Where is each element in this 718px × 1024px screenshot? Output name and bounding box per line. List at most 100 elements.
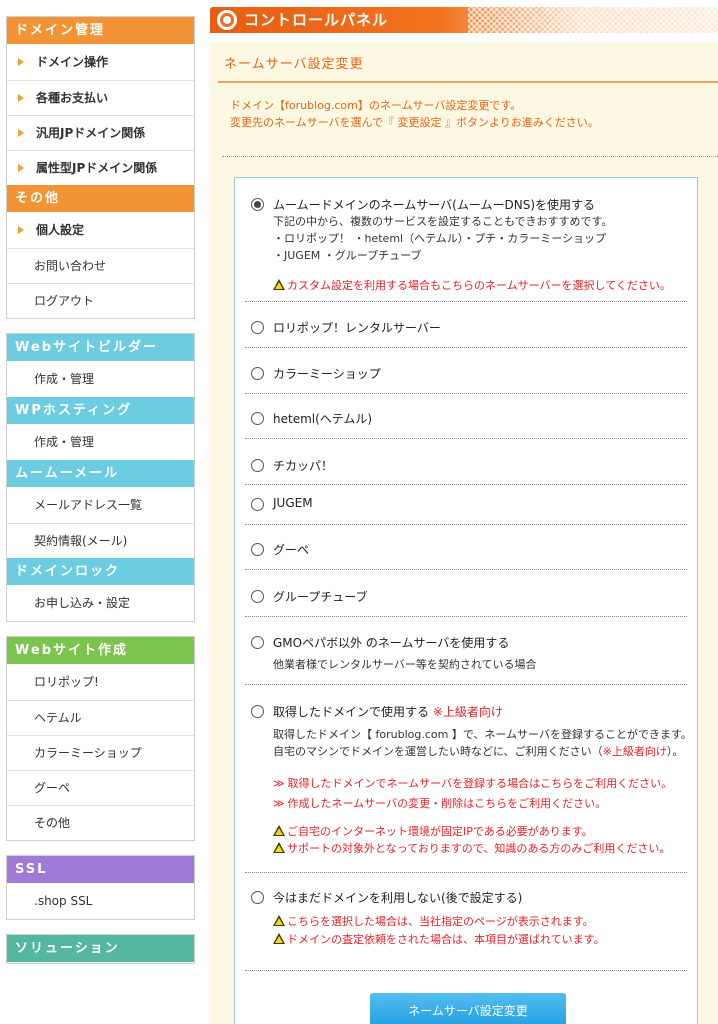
warning-note: サポートの対象外となっておりますので、知識のある方のみご利用ください。 xyxy=(273,840,670,856)
sidebar-group-services: Webサイトビルダー 作成・管理 WPホスティング 作成・管理 ムームーメール … xyxy=(6,333,195,622)
change-nameserver-button[interactable]: ネームサーバ設定変更 xyxy=(370,993,566,1024)
header-title: コントロールパネル xyxy=(244,11,389,29)
radio-later[interactable] xyxy=(251,891,264,904)
gear-icon xyxy=(217,10,237,30)
divider xyxy=(245,438,687,439)
divider xyxy=(245,616,687,617)
sidebar-item-payments[interactable]: 各種お支払い xyxy=(7,80,194,115)
sidebar-item-heteml[interactable]: ヘテムル xyxy=(7,700,194,735)
sidebar-item-wp-manage[interactable]: 作成・管理 xyxy=(7,425,194,460)
sidebar-item-personal[interactable]: 個人設定 xyxy=(7,213,194,248)
sidebar-group-domain: ドメイン管理 ドメイン操作 各種お支払い 汎用JPドメイン関係 属性型JPドメイ… xyxy=(6,16,195,319)
sidebar-heading-lock: ドメインロック xyxy=(7,558,194,586)
option-label: グーペ xyxy=(273,543,310,557)
divider xyxy=(245,301,687,302)
divider xyxy=(245,484,687,485)
warning-icon xyxy=(273,842,285,853)
sidebar-item-contact[interactable]: お問い合わせ xyxy=(7,248,194,283)
description-text: ）。 xyxy=(666,745,684,758)
sidebar-heading-wp: WPホスティング xyxy=(7,397,194,425)
advanced-note: ※上級者向け xyxy=(602,745,667,758)
sidebar-item-website-other[interactable]: その他 xyxy=(7,805,194,840)
sidebar-item-colorme[interactable]: カラーミーショップ xyxy=(7,735,194,770)
option-description: ・ロリポップ！ ・heteml（ヘテムル）・プチ・カラーミーショップ xyxy=(273,232,607,245)
sidebar-item-shop-ssl[interactable]: .shop SSL xyxy=(7,884,194,919)
edit-nameserver-link[interactable]: ≫ 作成したネームサーバの変更・削除はこちらをご利用ください。 xyxy=(273,795,606,811)
sidebar-heading-domain: ドメイン管理 xyxy=(7,17,194,45)
divider xyxy=(245,684,687,685)
sidebar-item-sitebuilder-manage[interactable]: 作成・管理 xyxy=(7,362,194,397)
option-label: 取得したドメインで使用する ※上級者向け xyxy=(273,703,503,720)
pointer-icon: ≫ xyxy=(273,777,285,790)
sidebar-heading-sitebuilder: Webサイトビルダー xyxy=(7,334,194,362)
divider xyxy=(245,524,687,525)
option-label: ロリポップ！レンタルサーバー xyxy=(273,321,441,335)
option-label: GMOペパボ以外 のネームサーバを使用する xyxy=(273,636,510,650)
sidebar-item-domain-ops[interactable]: ドメイン操作 xyxy=(7,45,194,80)
control-panel-header: コントロールパネル xyxy=(210,7,718,33)
sidebar-item-lolipop[interactable]: ロリポップ! xyxy=(7,665,194,700)
advanced-badge: ※上級者向け xyxy=(432,705,503,719)
radio-chikappa[interactable] xyxy=(251,459,264,472)
sidebar-item-attribute-jp[interactable]: 属性型JPドメイン関係 xyxy=(7,150,194,185)
option-description: 取得したドメイン【 forublog.com 】で、ネームサーバを登録することが… xyxy=(273,728,692,741)
radio-grouptube[interactable] xyxy=(251,590,264,603)
option-description: ・JUGEM ・グループチューブ xyxy=(273,249,422,262)
warning-icon xyxy=(273,933,285,944)
option-label: JUGEM xyxy=(273,496,313,510)
sidebar-item-lock-apply[interactable]: お申し込み・設定 xyxy=(7,586,194,621)
radio-muumuu-dns[interactable] xyxy=(251,198,264,211)
sidebar-heading-solution: ソリューション xyxy=(7,935,194,963)
custom-setting-link[interactable]: カスタム設定 xyxy=(287,279,353,292)
warning-icon xyxy=(273,825,285,836)
register-nameserver-link[interactable]: ≫ 取得したドメインでネームサーバを登録する場合はこちらをご利用ください。 xyxy=(273,775,672,791)
option-label: 今はまだドメインを利用しない(後で設定する) xyxy=(273,891,523,905)
sidebar-item-generic-jp[interactable]: 汎用JPドメイン関係 xyxy=(7,115,194,150)
sidebar-heading-website: Webサイト作成 xyxy=(7,637,194,665)
page-title: ネームサーバ設定変更 xyxy=(224,57,364,72)
option-label: チカッパ！ xyxy=(273,459,334,473)
intro-line-2: 変更先のネームサーバを選んで『 変更設定 』ボタンよりお進みください。 xyxy=(230,116,599,129)
option-label: カラーミーショップ xyxy=(273,367,381,381)
divider xyxy=(245,872,687,873)
option-label: heteml(ヘテムル) xyxy=(273,412,373,426)
sidebar-item-goope[interactable]: グーペ xyxy=(7,770,194,805)
warning-note: ドメインの査定依頼をされた場合は、本項目が選ばれています。 xyxy=(273,931,605,947)
warning-text: こちらを選択した場合は、当社指定のページが表示されます。 xyxy=(287,915,594,928)
warning-text: サポートの対象外となっておりますので、知識のある方のみご利用ください。 xyxy=(287,842,671,855)
link-text: 取得したドメインでネームサーバを登録する場合はこちらをご利用ください。 xyxy=(287,777,673,790)
sidebar-item-mail-contract[interactable]: 契約情報(メール) xyxy=(7,523,194,558)
divider xyxy=(245,393,687,394)
link-text: 作成したネームサーバの変更・削除はこちらをご利用ください。 xyxy=(287,797,607,810)
sidebar-heading-other: その他 xyxy=(7,185,194,213)
sidebar-group-ssl: SSL .shop SSL xyxy=(6,855,195,920)
option-label: グループチューブ xyxy=(273,590,368,604)
warning-text: ご自宅のインターネット環境が固定IPである必要があります。 xyxy=(287,825,593,838)
radio-colorme[interactable] xyxy=(251,367,264,380)
option-description: 下記の中から、複数のサービスを設定することもできおすすめです。 xyxy=(273,215,613,228)
pointer-icon: ≫ xyxy=(273,797,285,810)
sidebar-item-mail-list[interactable]: メールアドレス一覧 xyxy=(7,488,194,523)
radio-goope[interactable] xyxy=(251,543,264,556)
radio-lolipop[interactable] xyxy=(251,321,264,334)
sidebar-group-website: Webサイト作成 ロリポップ! ヘテムル カラーミーショップ グーペ その他 xyxy=(6,636,195,841)
sidebar-heading-ssl: SSL xyxy=(7,856,194,884)
divider xyxy=(245,569,687,570)
option-muumuu-dns: ムームードメインのネームサーバ(ムームーDNS)を使用する 下記の中から、複数の… xyxy=(249,196,687,300)
warning-text: を利用する場合もこちらのネームサーバーを選択してください。 xyxy=(353,279,671,292)
radio-jugem[interactable] xyxy=(251,498,264,511)
warning-note: カスタム設定を利用する場合もこちらのネームサーバーを選択してください。 xyxy=(273,277,671,293)
radio-heteml[interactable] xyxy=(251,412,264,425)
option-label: ムームードメインのネームサーバ(ムームーDNS)を使用する xyxy=(273,198,595,212)
sidebar-item-logout[interactable]: ログアウト xyxy=(7,283,194,318)
header-pattern xyxy=(468,7,718,33)
radio-other-nameserver[interactable] xyxy=(251,636,264,649)
radio-own-nameserver[interactable] xyxy=(251,705,264,718)
option-description: 自宅のマシンでドメインを運営したい時などに、ご利用ください（※上級者向け）。 xyxy=(273,744,683,759)
divider xyxy=(245,970,687,971)
option-label-text: 取得したドメインで使用する xyxy=(273,705,430,719)
warning-note: ご自宅のインターネット環境が固定IPである必要があります。 xyxy=(273,823,593,839)
sidebar-group-solution: ソリューション xyxy=(6,934,195,964)
title-underline xyxy=(218,81,718,83)
option-description: 他業者様でレンタルサーバー等を契約されている場合 xyxy=(273,658,537,671)
